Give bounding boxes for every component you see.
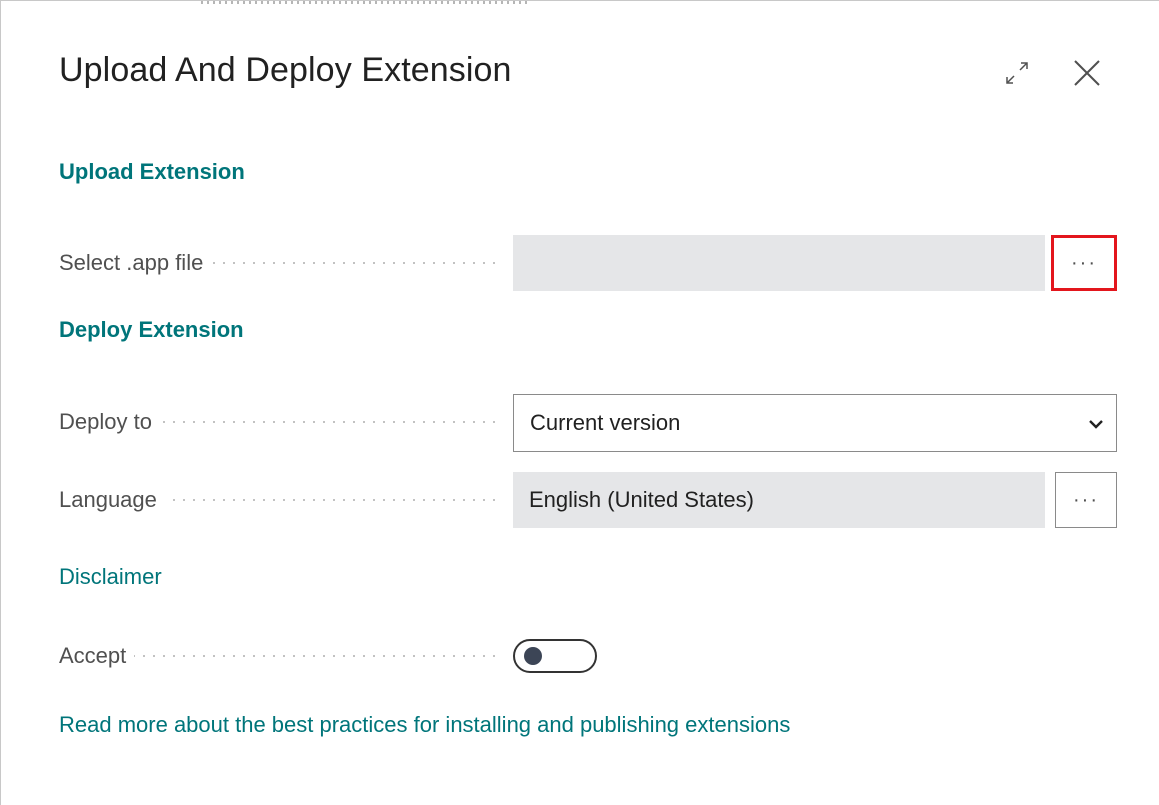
- field-select-app-file: Select .app file ···: [59, 235, 1117, 291]
- field-label-deploy-to: Deploy to: [59, 409, 160, 435]
- background-page-fragment: [201, 1, 531, 4]
- disclaimer-link[interactable]: Disclaimer: [59, 564, 162, 590]
- best-practices-link[interactable]: Read more about the best practices for i…: [59, 712, 790, 738]
- field-accept: Accept: [59, 628, 1117, 684]
- dialog-title: Upload And Deploy Extension: [59, 51, 512, 89]
- language-lookup-button[interactable]: ···: [1055, 472, 1117, 528]
- expand-icon[interactable]: [997, 53, 1037, 93]
- field-deploy-to: Deploy to Current version: [59, 394, 1117, 452]
- deploy-to-select[interactable]: Current version: [513, 394, 1117, 452]
- field-label-accept: Accept: [59, 643, 135, 669]
- language-input[interactable]: English (United States): [513, 472, 1045, 528]
- section-header-deploy[interactable]: Deploy Extension: [59, 317, 244, 343]
- app-file-lookup-button[interactable]: ···: [1051, 235, 1117, 291]
- field-label-select-app-file: Select .app file: [59, 250, 212, 276]
- dialog-header-actions: [997, 53, 1107, 93]
- field-language: Language English (United States) ···: [59, 472, 1117, 528]
- deploy-to-selected-value: Current version: [530, 410, 681, 435]
- section-header-upload[interactable]: Upload Extension: [59, 159, 245, 185]
- dialog-window: Upload And Deploy Extension Upload Exten…: [0, 0, 1159, 805]
- chevron-down-icon: [1088, 410, 1104, 436]
- field-label-language: Language: [59, 487, 165, 513]
- close-icon[interactable]: [1067, 53, 1107, 93]
- app-file-input[interactable]: [513, 235, 1045, 291]
- toggle-knob: [524, 647, 542, 665]
- accept-toggle[interactable]: [513, 639, 597, 673]
